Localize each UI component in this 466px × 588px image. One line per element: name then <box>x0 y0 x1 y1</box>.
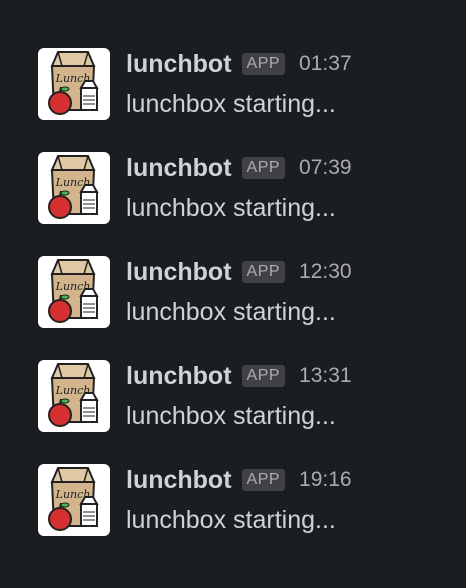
message: Lunch lunchbot APP 13:31 lunchbox starti… <box>0 360 466 456</box>
sender-name[interactable]: lunchbot <box>126 258 232 287</box>
message-header: lunchbot APP 19:16 <box>126 464 352 496</box>
lunchbot-avatar[interactable]: Lunch <box>38 360 110 432</box>
lunch-bag-apple-milk-icon: Lunch <box>48 467 99 531</box>
message-header: lunchbot APP 07:39 <box>126 152 352 184</box>
message-text: lunchbox starting... <box>126 194 336 222</box>
app-badge: APP <box>241 53 286 75</box>
message-timestamp[interactable]: 19:16 <box>299 468 352 492</box>
message-header: lunchbot APP 12:30 <box>126 256 352 288</box>
message-header: lunchbot APP 13:31 <box>126 360 352 392</box>
app-badge: APP <box>241 469 286 491</box>
message-feed: Lunch lunchbot APP 01:37 lunchbox starti… <box>0 0 466 588</box>
message-text: lunchbox starting... <box>126 402 336 430</box>
lunchbot-avatar[interactable]: Lunch <box>38 464 110 536</box>
message-timestamp[interactable]: 13:31 <box>299 364 352 388</box>
lunchbot-avatar[interactable]: Lunch <box>38 48 110 120</box>
message: Lunch lunchbot APP 12:30 lunchbox starti… <box>0 256 466 352</box>
message-timestamp[interactable]: 07:39 <box>299 156 352 180</box>
message: Lunch lunchbot APP 01:37 lunchbox starti… <box>0 48 466 144</box>
sender-name[interactable]: lunchbot <box>126 362 232 391</box>
lunchbot-avatar[interactable]: Lunch <box>38 152 110 224</box>
sender-name[interactable]: lunchbot <box>126 50 232 79</box>
app-badge: APP <box>241 157 286 179</box>
message-header: lunchbot APP 01:37 <box>126 48 352 80</box>
lunch-bag-apple-milk-icon: Lunch <box>48 259 99 323</box>
app-badge: APP <box>241 261 286 283</box>
sender-name[interactable]: lunchbot <box>126 154 232 183</box>
message-text: lunchbox starting... <box>126 298 336 326</box>
message-text: lunchbox starting... <box>126 506 336 534</box>
lunch-bag-apple-milk-icon: Lunch <box>48 51 99 115</box>
lunchbot-avatar[interactable]: Lunch <box>38 256 110 328</box>
message-timestamp[interactable]: 12:30 <box>299 260 352 284</box>
message: Lunch lunchbot APP 07:39 lunchbox starti… <box>0 152 466 248</box>
app-badge: APP <box>241 365 286 387</box>
lunch-bag-apple-milk-icon: Lunch <box>48 363 99 427</box>
message-timestamp[interactable]: 01:37 <box>299 52 352 76</box>
message-text: lunchbox starting... <box>126 90 336 118</box>
message: Lunch lunchbot APP 19:16 lunchbox starti… <box>0 464 466 560</box>
lunch-bag-apple-milk-icon: Lunch <box>48 155 99 219</box>
sender-name[interactable]: lunchbot <box>126 466 232 495</box>
